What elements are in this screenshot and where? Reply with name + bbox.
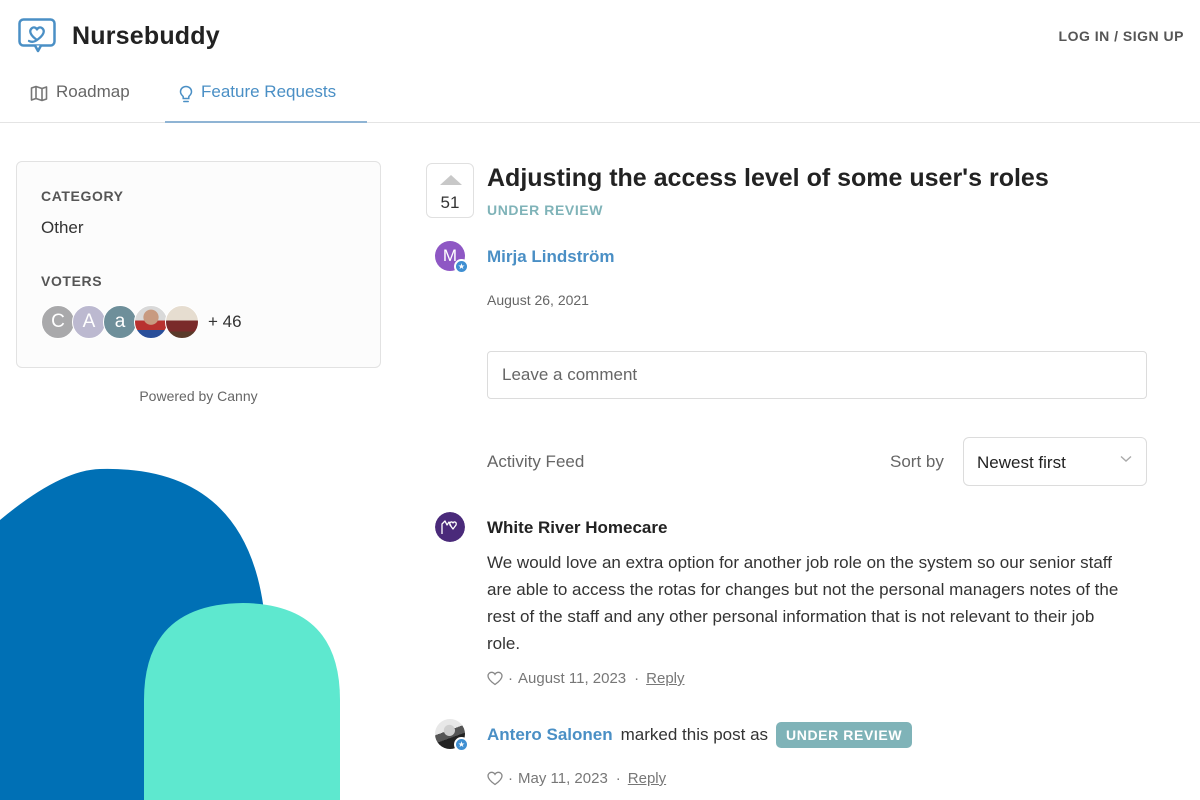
brand-name[interactable]: Nursebuddy — [72, 22, 220, 51]
upvote-arrow-icon — [440, 175, 462, 185]
sort-value: Newest first — [977, 453, 1066, 472]
voter-initial: a — [114, 311, 126, 332]
tab-feature-requests[interactable]: Feature Requests — [165, 82, 367, 123]
header: Nursebuddy LOG IN / SIGN UP Roadmap Feat… — [0, 0, 1200, 123]
activity-action: marked this post as — [620, 725, 769, 744]
activity-date: May 11, 2023 — [518, 770, 608, 787]
separator: · — [508, 670, 513, 687]
category-value: Other — [41, 218, 84, 237]
vote-count: 51 — [440, 193, 460, 212]
heart-icon[interactable] — [487, 671, 503, 686]
separator: · — [508, 770, 513, 787]
heart-chat-icon[interactable] — [18, 18, 56, 54]
activity-feed-label: Activity Feed — [487, 452, 585, 471]
upvote-button[interactable]: 51 — [426, 163, 474, 218]
voter-initial: C — [51, 311, 65, 332]
comment-meta: · August 11, 2023 · Reply — [487, 670, 685, 687]
post-status: UNDER REVIEW — [487, 202, 604, 218]
voter-avatar-photo[interactable] — [165, 305, 199, 339]
sort-select[interactable]: Newest first — [963, 437, 1147, 486]
deco-teal-arch — [144, 603, 340, 800]
login-signup-link[interactable]: LOG IN / SIGN UP — [1059, 28, 1184, 44]
voter-avatar[interactable]: a — [103, 305, 137, 339]
voters-more-count[interactable]: + 46 — [208, 312, 242, 332]
admin-star-icon: ★ — [454, 259, 469, 274]
status-change-text: Antero Salonen marked this post as UNDER… — [487, 722, 913, 748]
tab-roadmap[interactable]: Roadmap — [30, 82, 130, 123]
admin-star-icon: ★ — [454, 737, 469, 752]
comment-input[interactable] — [487, 351, 1147, 399]
comment-date: August 11, 2023 — [518, 670, 627, 687]
reply-link[interactable]: Reply — [646, 670, 684, 687]
tab-label: Roadmap — [56, 82, 130, 101]
chevron-down-icon — [1120, 455, 1132, 462]
map-icon — [30, 85, 48, 102]
powered-by-link[interactable]: Powered by Canny — [16, 388, 381, 404]
status-badge: UNDER REVIEW — [776, 722, 913, 748]
avatar[interactable] — [435, 512, 465, 542]
voter-initial: A — [82, 311, 96, 332]
post-date: August 26, 2021 — [487, 292, 589, 308]
voters-list: C A a + 46 — [41, 305, 242, 339]
reply-link[interactable]: Reply — [628, 770, 666, 787]
voter-avatar[interactable]: A — [72, 305, 106, 339]
deco-blue-arch — [0, 468, 265, 800]
separator: · — [634, 670, 640, 687]
voter-avatar[interactable]: C — [41, 305, 75, 339]
heart-icon[interactable] — [487, 771, 503, 786]
comment-body: We would love an extra option for anothe… — [487, 553, 1119, 653]
post-details-panel: CATEGORY Other VOTERS C A a + 46 — [16, 161, 381, 368]
tab-label: Feature Requests — [201, 82, 337, 101]
sort-by-label: Sort by — [890, 452, 944, 471]
voter-avatar-photo[interactable] — [134, 305, 168, 339]
comment-author[interactable]: White River Homecare — [487, 518, 667, 538]
activity-author[interactable]: Antero Salonen — [487, 725, 613, 745]
post-title: Adjusting the access level of some user'… — [487, 164, 1049, 192]
activity-meta: · May 11, 2023 · Reply — [487, 770, 666, 787]
category-label: CATEGORY — [41, 188, 124, 204]
lightbulb-icon — [179, 85, 193, 103]
voters-label: VOTERS — [41, 273, 103, 289]
separator: · — [615, 770, 621, 787]
post-author[interactable]: Mirja Lindström — [487, 247, 615, 267]
